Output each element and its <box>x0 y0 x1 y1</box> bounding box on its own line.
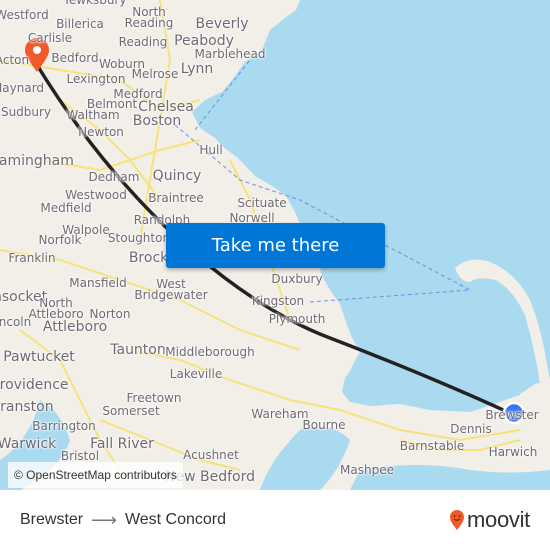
arrow-right-icon: ⟶ <box>91 509 117 530</box>
water-cape-cod-bay <box>347 327 520 410</box>
origin-marker <box>502 401 526 425</box>
moovit-logo[interactable]: moovit <box>449 507 530 533</box>
moovit-wordmark: moovit <box>467 507 530 532</box>
take-me-there-button[interactable]: Take me there <box>166 223 385 268</box>
route-title: Brewster ⟶ West Concord <box>20 490 226 550</box>
footer: Brewster ⟶ West Concord moovit <box>0 490 550 550</box>
destination-name: West Concord <box>124 511 227 528</box>
origin-name: Brewster <box>20 511 84 528</box>
map-attribution[interactable]: © OpenStreetMap contributors <box>8 462 183 488</box>
moovit-pin-icon <box>450 510 464 530</box>
